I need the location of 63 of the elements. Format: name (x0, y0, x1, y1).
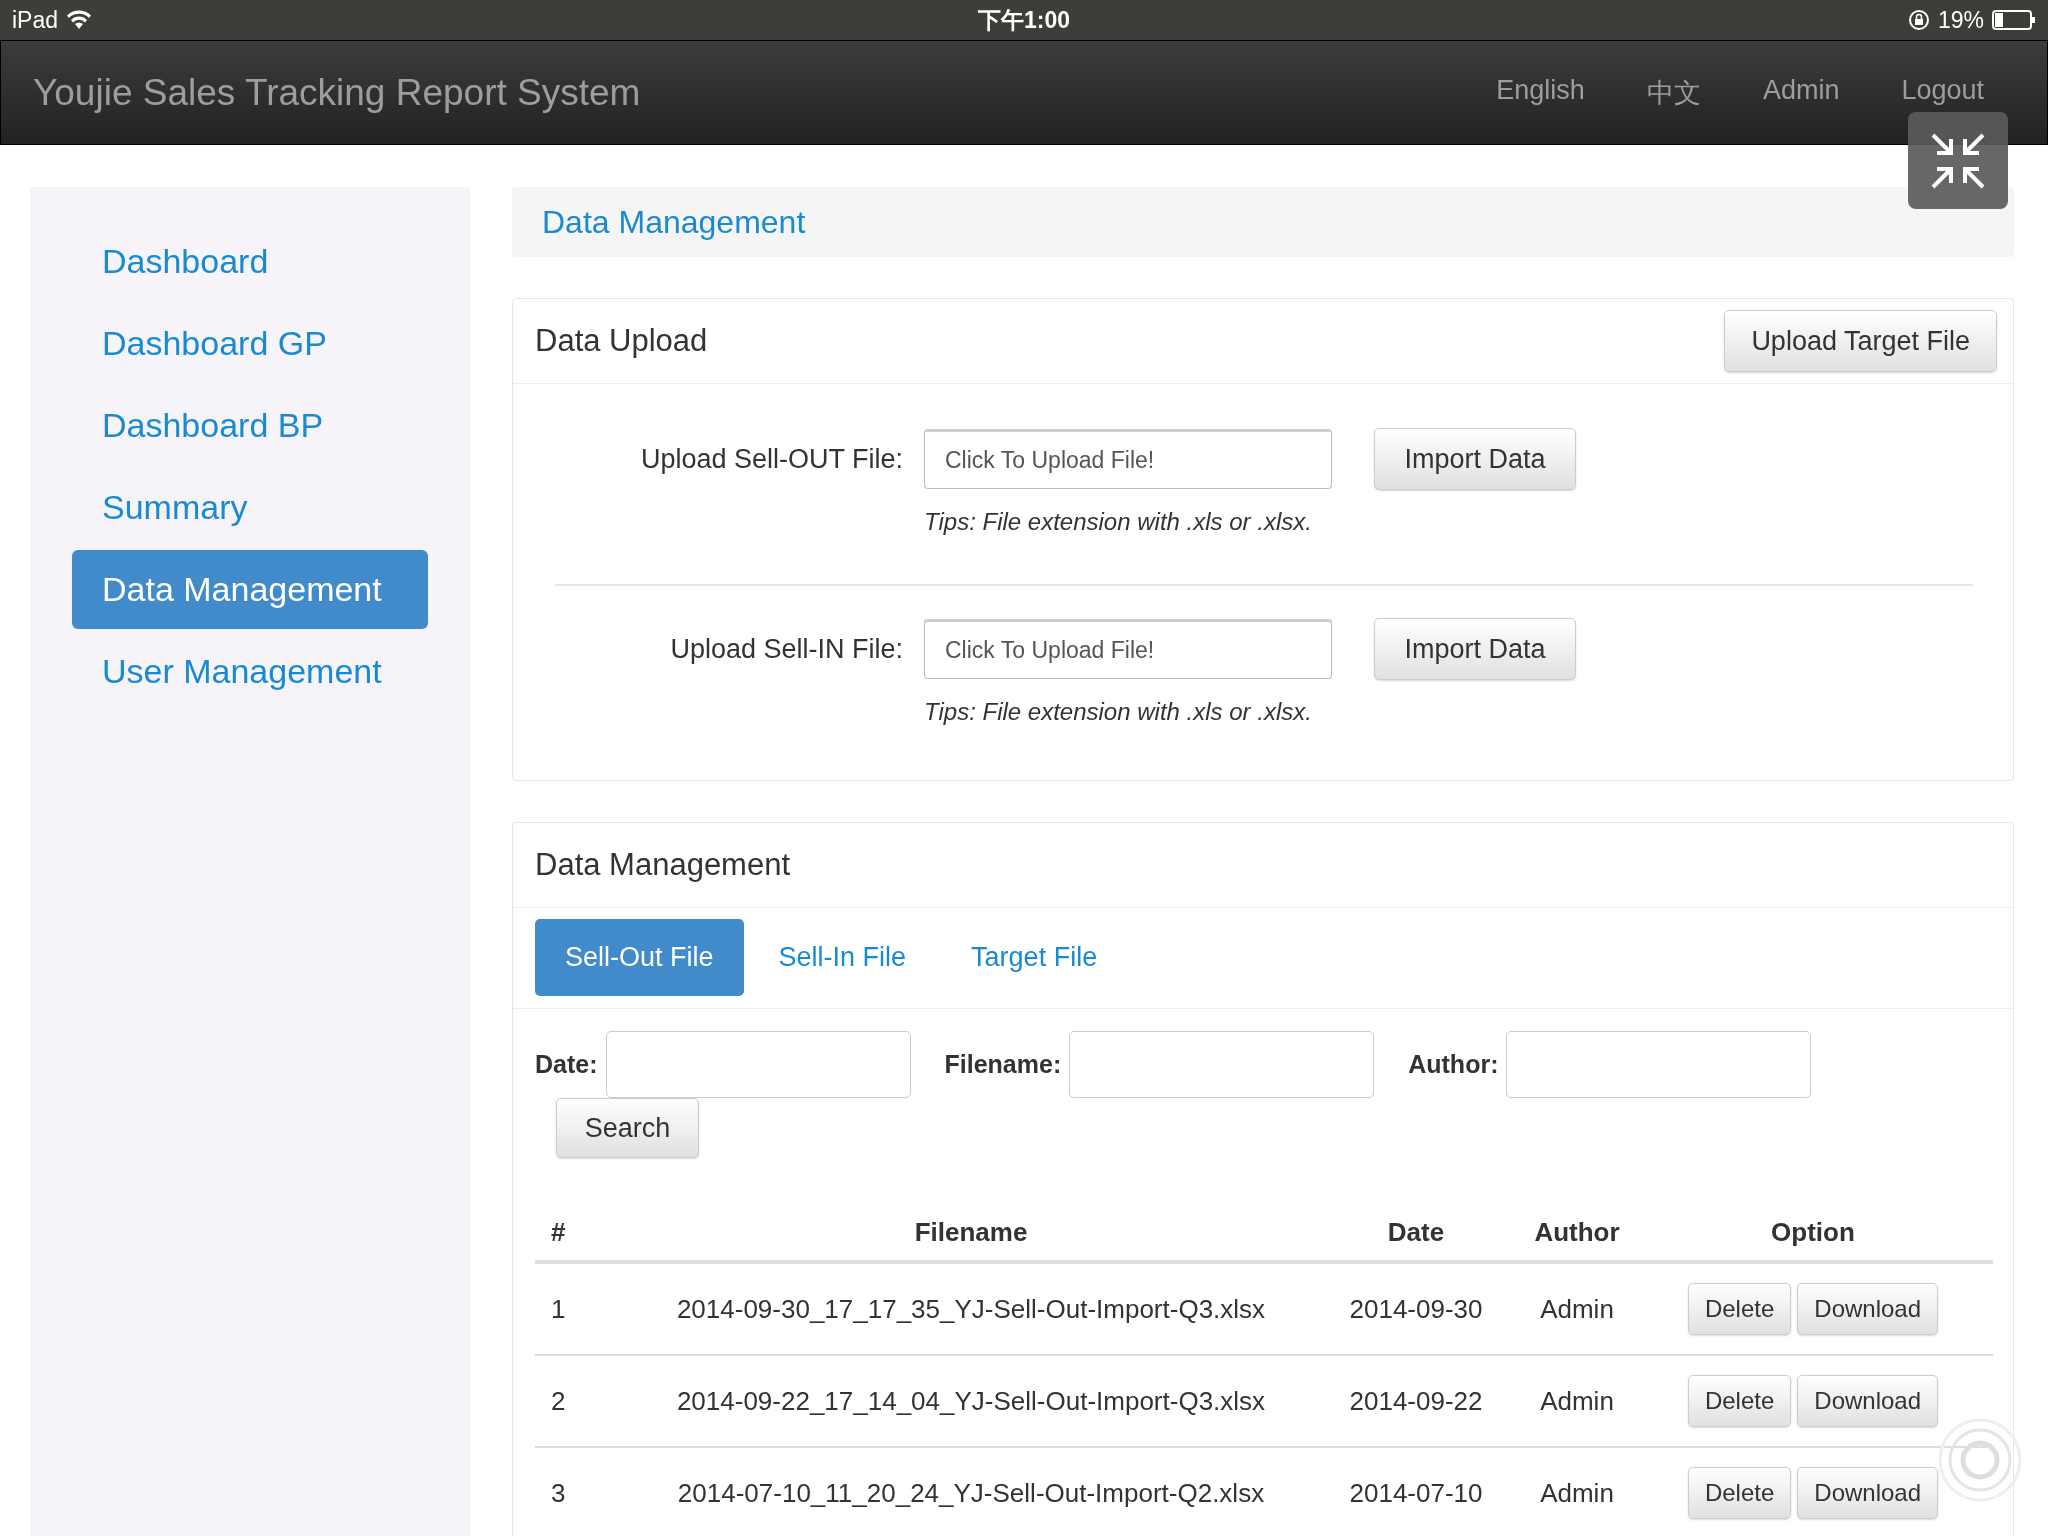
nav-link[interactable]: Admin (1731, 74, 1871, 111)
filter-input-field[interactable] (1069, 1031, 1375, 1098)
nav-link[interactable]: Logout (1870, 74, 2015, 111)
wifi-icon (66, 10, 93, 30)
exit-fullscreen-button[interactable] (1908, 112, 2008, 209)
table-cell: 2 (551, 1385, 566, 1416)
field-label: Upload Sell-OUT File: (639, 443, 903, 475)
file-input-field[interactable]: Click To Upload File! (924, 429, 1332, 489)
search-button[interactable]: Search (556, 1098, 699, 1158)
table-cell: 1 (551, 1293, 566, 1324)
table-cell: 2014-07-10_11_20_24_YJ-Sell-Out-Import-Q2.xlsx (677, 1477, 1265, 1508)
rotation-lock-icon (1907, 9, 1930, 31)
field-label: Upload Sell-IN File: (669, 633, 903, 665)
column-header: Date (1387, 1216, 1445, 1247)
delete-button[interactable]: Delete (1687, 1467, 1792, 1519)
table-cell: 2014-09-22 (1349, 1385, 1483, 1416)
panel-title: Data Management (535, 847, 791, 883)
column-header: # (551, 1216, 566, 1247)
sidebar-item[interactable]: Dashboard GP (72, 304, 428, 383)
upload-target-button[interactable]: Upload Target File (1724, 310, 1997, 372)
filter-label: Author: (1408, 1050, 1499, 1079)
panel-title: Data Upload (535, 323, 708, 359)
page-title: Data Management (542, 203, 806, 241)
sidebar-item[interactable]: Data Management (72, 550, 428, 629)
delete-button[interactable]: Delete (1687, 1283, 1792, 1335)
delete-button[interactable]: Delete (1687, 1375, 1792, 1427)
column-header: Option (1771, 1216, 1855, 1247)
battery-percent: 19% (1937, 6, 1984, 34)
device-name: iPad (12, 6, 59, 34)
app-title: Youjie Sales Tracking Report System (33, 71, 641, 114)
tab[interactable]: Sell-Out File (535, 919, 744, 996)
tab[interactable]: Sell-In File (748, 919, 937, 996)
filter-label: Date: (535, 1050, 598, 1079)
file-input-field[interactable]: Click To Upload File! (924, 619, 1332, 679)
clock-time: 下午1:00 (978, 5, 1070, 35)
sidebar-item[interactable]: Summary (72, 468, 428, 547)
nav-link[interactable]: 中文 (1615, 74, 1732, 111)
filter-input-field[interactable] (605, 1031, 911, 1098)
filter-input-field[interactable] (1506, 1031, 1812, 1098)
import-button[interactable]: Import Data (1374, 618, 1576, 680)
table-cell: Admin (1540, 1293, 1614, 1324)
tip-text: Tips: File extension with .xls or .xlsx. (924, 508, 1313, 536)
sidebar-item[interactable]: Dashboard (72, 222, 428, 301)
table-cell: Admin (1540, 1477, 1614, 1508)
sidebar-item[interactable]: User Management (72, 632, 428, 711)
tab[interactable]: Target File (941, 919, 1128, 996)
table-cell: 2014-09-22_17_14_04_YJ-Sell-Out-Import-Q3.xlsx (676, 1385, 1266, 1416)
import-button[interactable]: Import Data (1374, 428, 1576, 490)
table-cell: 2014-07-10 (1349, 1477, 1483, 1508)
download-button[interactable]: Download (1797, 1375, 1939, 1427)
table-cell: 2014-09-30 (1349, 1293, 1483, 1324)
column-header: Filename (914, 1216, 1028, 1247)
download-button[interactable]: Download (1797, 1467, 1939, 1519)
download-button[interactable]: Download (1797, 1283, 1939, 1335)
table-cell: 3 (551, 1477, 566, 1508)
tip-text: Tips: File extension with .xls or .xlsx. (924, 698, 1313, 726)
sidebar-item[interactable]: Dashboard BP (72, 386, 428, 465)
table-cell: 2014-09-30_17_17_35_YJ-Sell-Out-Import-Q3.xlsx (676, 1293, 1266, 1324)
filter-label: Filename: (944, 1050, 1062, 1079)
column-header: Author (1534, 1216, 1620, 1247)
table-cell: Admin (1540, 1385, 1614, 1416)
nav-link[interactable]: English (1465, 74, 1616, 111)
battery-icon (1992, 10, 2036, 30)
